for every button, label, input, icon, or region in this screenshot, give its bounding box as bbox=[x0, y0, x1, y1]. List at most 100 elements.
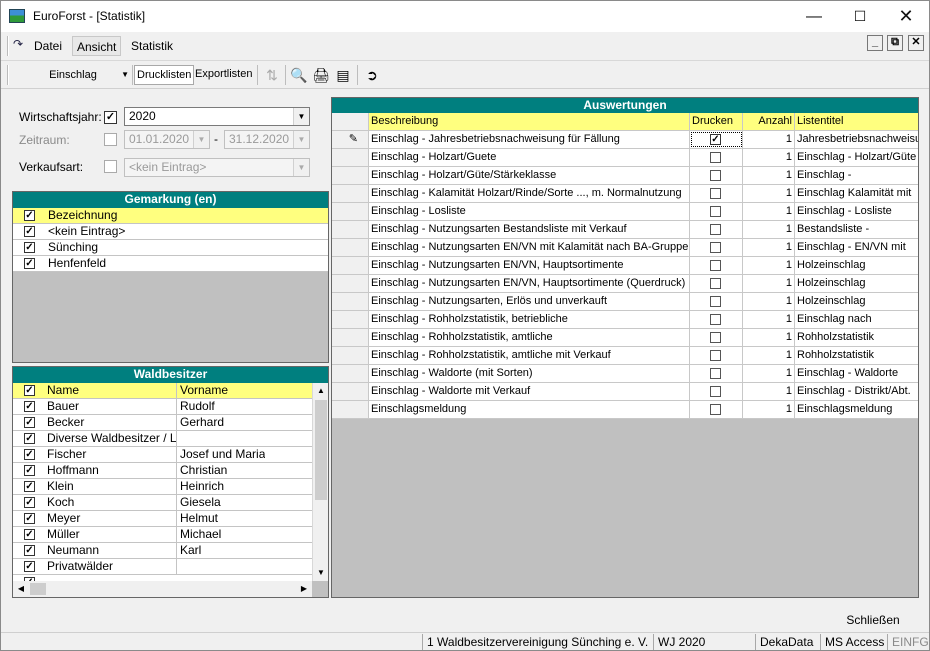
auswertung-listentitel[interactable]: Einschlag - EN/VN mit bbox=[795, 239, 918, 256]
schliessen-button[interactable]: Schließen bbox=[821, 609, 925, 631]
drucken-cell[interactable] bbox=[690, 149, 743, 166]
auswertung-anzahl[interactable]: 1 bbox=[743, 293, 795, 310]
drucken-cell[interactable] bbox=[690, 383, 743, 400]
close-button[interactable]: ✕ bbox=[883, 1, 929, 32]
auswertung-listentitel[interactable]: Einschlag - Holzart/Güte bbox=[795, 149, 918, 166]
col-name-header[interactable]: Name bbox=[45, 383, 177, 398]
drucken-checkbox[interactable] bbox=[710, 314, 721, 325]
auswertung-listentitel[interactable]: Holzeinschlag bbox=[795, 257, 918, 274]
waldbesitzer-select-all-checkbox[interactable]: ✓ bbox=[24, 385, 35, 396]
table-row[interactable]: ✓ Müller Michael bbox=[13, 527, 312, 543]
drucken-checkbox[interactable] bbox=[710, 224, 721, 235]
table-row[interactable]: Einschlag - Nutzungsarten Bestandsliste … bbox=[332, 221, 918, 239]
table-row[interactable]: ✓ Bauer Rudolf bbox=[13, 399, 312, 415]
undo-icon[interactable]: ↷ bbox=[13, 37, 23, 51]
wirtschaftsjahr-select[interactable]: 2020 ▼ bbox=[124, 107, 310, 126]
table-row[interactable]: ✓ Neumann Karl bbox=[13, 543, 312, 559]
auswertung-anzahl[interactable]: 1 bbox=[743, 329, 795, 346]
drucken-cell[interactable] bbox=[690, 185, 743, 202]
drucken-cell[interactable] bbox=[690, 293, 743, 310]
auswertung-listentitel[interactable]: Einschlagsmeldung bbox=[795, 401, 918, 418]
row-selector[interactable] bbox=[332, 329, 369, 346]
exit-icon[interactable]: ➲ bbox=[363, 66, 381, 84]
gemarkung-select-all-checkbox[interactable]: ✓ bbox=[24, 210, 35, 221]
drucken-cell[interactable] bbox=[690, 167, 743, 184]
drucken-checkbox[interactable] bbox=[710, 350, 721, 361]
scroll-right-icon[interactable]: ▶ bbox=[296, 581, 312, 597]
row-selector[interactable]: ✎ bbox=[332, 131, 369, 148]
scrollbar-thumb[interactable] bbox=[30, 583, 46, 595]
auswertung-listentitel[interactable]: Rohholzstatistik bbox=[795, 347, 918, 364]
menu-datei[interactable]: Datei bbox=[30, 36, 66, 56]
auswertung-listentitel[interactable]: Jahresbetriebsnachweisu bbox=[795, 131, 918, 148]
auswertung-listentitel[interactable]: Rohholzstatistik bbox=[795, 329, 918, 346]
auswertung-anzahl[interactable]: 1 bbox=[743, 365, 795, 382]
table-row[interactable]: Einschlag - Nutzungsarten EN/VN mit Kala… bbox=[332, 239, 918, 257]
row-checkbox[interactable]: ✓ bbox=[24, 513, 35, 524]
auswertung-listentitel[interactable]: Bestandsliste - bbox=[795, 221, 918, 238]
row-selector[interactable] bbox=[332, 347, 369, 364]
zeitraum-checkbox[interactable] bbox=[104, 133, 117, 146]
mdi-restore-button[interactable]: ⧉ bbox=[887, 35, 903, 51]
verkaufsart-select[interactable]: <kein Eintrag> ▼ bbox=[124, 158, 310, 177]
row-selector[interactable] bbox=[332, 311, 369, 328]
gemarkung-header-row[interactable]: ✓ Bezeichnung bbox=[13, 208, 328, 224]
menu-statistik[interactable]: Statistik bbox=[127, 36, 177, 56]
auswertung-listentitel[interactable]: Einschlag - bbox=[795, 167, 918, 184]
maximize-button[interactable]: ☐ bbox=[837, 1, 883, 32]
row-checkbox[interactable]: ✓ bbox=[24, 449, 35, 460]
list-category-dropdown[interactable]: Einschlag ▼ bbox=[15, 65, 131, 85]
printer-icon[interactable]: 🖨 bbox=[312, 66, 330, 84]
table-row[interactable]: ✓ Meyer Helmut bbox=[13, 511, 312, 527]
row-selector[interactable] bbox=[332, 365, 369, 382]
auswertung-anzahl[interactable]: 1 bbox=[743, 275, 795, 292]
row-checkbox[interactable]: ✓ bbox=[24, 401, 35, 412]
drucken-cell[interactable]: ✓ bbox=[690, 131, 743, 148]
row-checkbox[interactable]: ✓ bbox=[24, 529, 35, 540]
auswertung-listentitel[interactable]: Holzeinschlag bbox=[795, 275, 918, 292]
auswertung-listentitel[interactable]: Einschlag Kalamität mit bbox=[795, 185, 918, 202]
drucken-checkbox[interactable] bbox=[710, 206, 721, 217]
table-row[interactable]: ✓ Klein Heinrich bbox=[13, 479, 312, 495]
auswertung-anzahl[interactable]: 1 bbox=[743, 221, 795, 238]
table-row[interactable]: Einschlag - Losliste 1 Einschlag - Loslist… bbox=[332, 203, 918, 221]
drucken-cell[interactable] bbox=[690, 203, 743, 220]
scroll-down-icon[interactable]: ▼ bbox=[313, 565, 328, 581]
table-row[interactable]: ✓ Diverse Waldbesitzer / Lief bbox=[13, 431, 312, 447]
drucken-cell[interactable] bbox=[690, 257, 743, 274]
row-checkbox[interactable]: ✓ bbox=[24, 417, 35, 428]
drucken-cell[interactable] bbox=[690, 239, 743, 256]
row-checkbox[interactable]: ✓ bbox=[24, 226, 35, 237]
auswertung-anzahl[interactable]: 1 bbox=[743, 257, 795, 274]
auswertung-anzahl[interactable]: 1 bbox=[743, 203, 795, 220]
col-anzahl-header[interactable]: Anzahl bbox=[743, 113, 795, 130]
print-preview-icon[interactable]: 🔍 bbox=[290, 66, 308, 84]
row-selector[interactable] bbox=[332, 293, 369, 310]
drucken-checkbox[interactable] bbox=[710, 404, 721, 415]
row-checkbox[interactable]: ✓ bbox=[24, 258, 35, 269]
row-checkbox[interactable]: ✓ bbox=[24, 242, 35, 253]
scrollbar-thumb[interactable] bbox=[315, 400, 327, 500]
drucken-cell[interactable] bbox=[690, 365, 743, 382]
mdi-minimize-button[interactable]: _ bbox=[867, 35, 883, 51]
row-selector[interactable] bbox=[332, 401, 369, 418]
drucken-checkbox[interactable] bbox=[710, 152, 721, 163]
list-item[interactable]: ✓ Henfenfeld bbox=[13, 256, 328, 272]
row-selector[interactable] bbox=[332, 149, 369, 166]
zeitraum-from-field[interactable]: 01.01.2020 ▼ bbox=[124, 130, 210, 149]
table-row[interactable]: ✓ Fischer Josef und Maria bbox=[13, 447, 312, 463]
list-item[interactable]: ✓ Sünching bbox=[13, 240, 328, 256]
waldbesitzer-horizontal-scrollbar[interactable]: ◀ ▶ bbox=[13, 581, 312, 597]
auswertung-anzahl[interactable]: 1 bbox=[743, 149, 795, 166]
table-row[interactable]: Einschlag - Kalamität Holzart/Rinde/Sort… bbox=[332, 185, 918, 203]
table-row[interactable]: Einschlag - Rohholzstatistik, amtliche m… bbox=[332, 347, 918, 365]
row-selector[interactable] bbox=[332, 383, 369, 400]
drucken-checkbox[interactable] bbox=[710, 368, 721, 379]
table-row[interactable]: Einschlag - Nutzungsarten, Erlös und unv… bbox=[332, 293, 918, 311]
auswertung-anzahl[interactable]: 1 bbox=[743, 401, 795, 418]
menu-ansicht[interactable]: Ansicht bbox=[72, 36, 122, 56]
table-row[interactable]: ✓ Becker Gerhard bbox=[13, 415, 312, 431]
table-row[interactable]: Einschlagsmeldung 1 Einschlagsmeldung bbox=[332, 401, 918, 419]
row-selector[interactable] bbox=[332, 203, 369, 220]
auswertung-listentitel[interactable]: Einschlag - Losliste bbox=[795, 203, 918, 220]
